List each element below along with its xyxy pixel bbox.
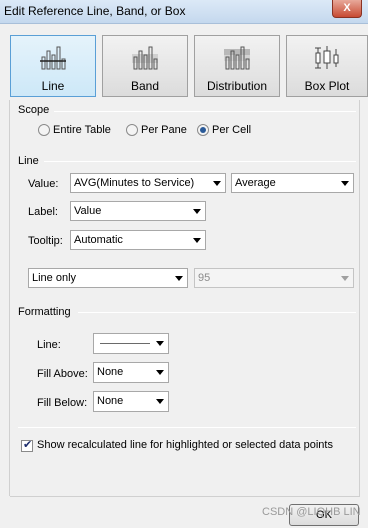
fill-above-dropdown[interactable]: None: [93, 362, 169, 383]
aggregation-dropdown[interactable]: Average: [231, 173, 354, 193]
confidence-dropdown: 95: [194, 268, 354, 288]
tab-distribution[interactable]: Distribution: [194, 35, 280, 97]
per-pane-label: Per Pane: [141, 124, 187, 137]
scope-per-pane-option[interactable]: Per Pane: [126, 124, 187, 138]
scope-divider: [54, 111, 356, 112]
formatting-divider: [78, 312, 356, 313]
distribution-chart-icon: [224, 46, 250, 70]
scope-per-cell-option[interactable]: Per Cell: [197, 124, 251, 138]
options-divider: [18, 427, 356, 428]
window-title: Edit Reference Line, Band, or Box: [4, 4, 186, 18]
entire-table-radio[interactable]: [38, 124, 50, 137]
formatting-heading: Formatting: [18, 306, 71, 318]
tab-band-label: Band: [130, 79, 160, 93]
panel-border-left: [9, 100, 10, 496]
confidence-text: 95: [198, 272, 211, 284]
label-value-text: Value: [74, 205, 102, 217]
chevron-down-icon: [156, 341, 164, 346]
close-button[interactable]: X: [332, 0, 362, 18]
value-field-dropdown[interactable]: AVG(Minutes to Service): [70, 173, 226, 193]
chevron-down-icon: [193, 238, 201, 243]
per-cell-radio[interactable]: [197, 124, 209, 137]
box-plot-icon: [315, 46, 339, 69]
chevron-down-icon: [193, 209, 201, 214]
chevron-down-icon: [156, 399, 164, 404]
line-divider: [44, 161, 356, 162]
scope-entire-table-option[interactable]: Entire Table: [38, 124, 111, 138]
fill-above-label: Fill Above:: [37, 368, 88, 380]
tooltip-label: Tooltip:: [28, 235, 63, 247]
value-label: Value:: [28, 178, 59, 190]
tab-box-plot-label: Box Plot: [304, 79, 350, 93]
line-style-swatch: [100, 343, 150, 344]
line-heading: Line: [18, 155, 39, 167]
tab-line-label: Line: [41, 79, 65, 93]
label-dropdown[interactable]: Value: [70, 201, 206, 221]
tab-line[interactable]: Line: [10, 35, 96, 97]
line-type-dropdown[interactable]: Line only: [28, 268, 188, 288]
per-cell-label: Per Cell: [212, 124, 252, 137]
tab-band[interactable]: Band: [102, 35, 188, 97]
value-field-text: AVG(Minutes to Service): [74, 177, 195, 189]
label-label: Label:: [28, 206, 58, 218]
title-bar[interactable]: Edit Reference Line, Band, or Box X: [0, 0, 368, 24]
fill-below-dropdown[interactable]: None: [93, 391, 169, 412]
chevron-down-icon: [213, 181, 221, 186]
tab-distribution-label: Distribution: [206, 79, 268, 93]
recalc-checkbox[interactable]: ✔: [21, 439, 33, 452]
aggregation-text: Average: [235, 177, 276, 189]
scope-heading: Scope: [18, 104, 50, 116]
fill-below-label: Fill Below:: [37, 397, 88, 409]
tab-box-plot[interactable]: Box Plot: [286, 35, 368, 97]
line-chart-icon: [40, 46, 66, 70]
fill-above-text: None: [97, 366, 124, 378]
recalc-label: Show recalculated line for highlighted o…: [37, 439, 333, 451]
fill-below-text: None: [97, 395, 124, 407]
tooltip-value-text: Automatic: [74, 234, 123, 246]
band-chart-icon: [132, 46, 158, 70]
line-type-text: Line only: [32, 272, 77, 284]
entire-table-label: Entire Table: [53, 124, 111, 137]
chevron-down-icon: [341, 276, 349, 281]
footer-divider: [10, 496, 360, 497]
tab-strip: Line Band Distribution Box Plot: [0, 24, 368, 100]
line-style-dropdown[interactable]: [93, 333, 169, 354]
format-line-label: Line:: [37, 339, 61, 351]
per-pane-radio[interactable]: [126, 124, 138, 137]
chevron-down-icon: [341, 181, 349, 186]
chevron-down-icon: [156, 370, 164, 375]
chevron-down-icon: [175, 276, 183, 281]
tooltip-dropdown[interactable]: Automatic: [70, 230, 206, 250]
dialog-window: Edit Reference Line, Band, or Box X Line: [0, 0, 368, 528]
checkmark-icon: ✔: [23, 439, 33, 451]
watermark-text: CSDN @LIQHB LIN: [262, 506, 361, 518]
panel-border-right: [359, 100, 360, 496]
